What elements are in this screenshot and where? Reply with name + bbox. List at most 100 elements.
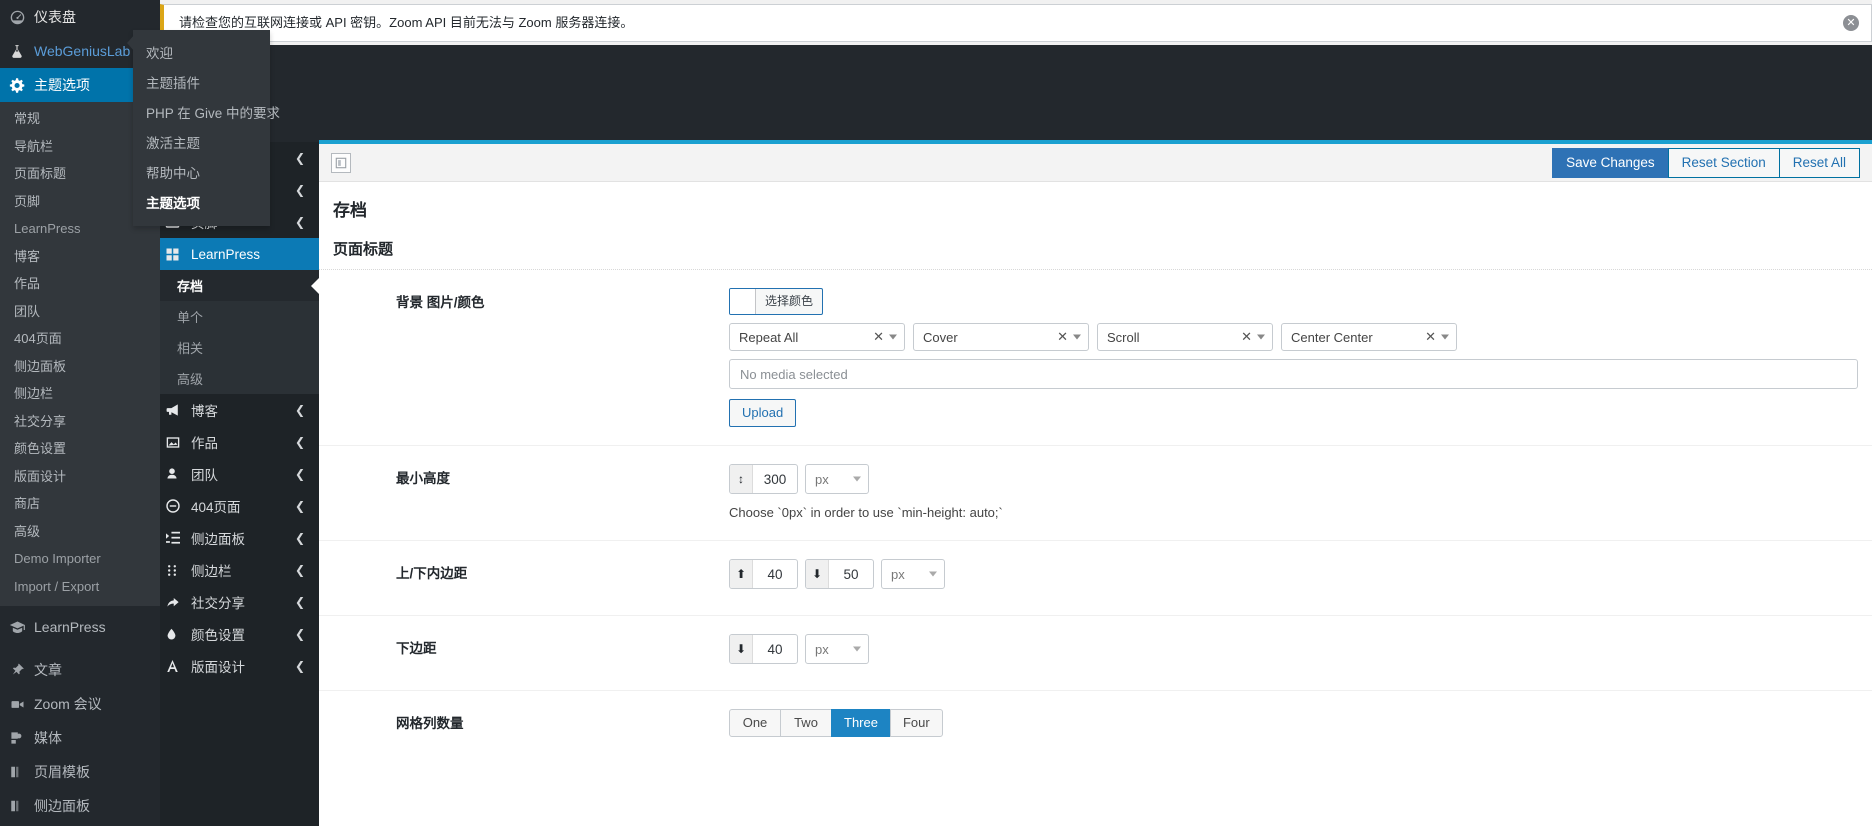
sidebar-sub-advanced[interactable]: 高级 (0, 518, 160, 546)
media-icon (9, 730, 34, 746)
option-nav-social-share[interactable]: 社交分享 ❮ (151, 586, 319, 618)
background-attachment-select[interactable]: Scroll ✕ (1097, 323, 1273, 351)
option-nav-label: 团队 (191, 468, 218, 483)
option-nav-portfolio[interactable]: 作品 ❮ (151, 426, 319, 458)
field-label: 下边距 (396, 641, 437, 657)
field-control: ↕ 300 px Choose `0px` in order to use `m… (729, 464, 1872, 522)
height-arrows-icon: ↕ (730, 465, 753, 493)
chevron-down-icon (853, 646, 861, 652)
flyout-item-activate-theme[interactable]: 激活主题 (133, 127, 270, 157)
chevron-down-icon (1257, 334, 1265, 340)
sidebar-divider (0, 644, 160, 653)
learnpress-sub-single[interactable]: 单个 (151, 301, 319, 332)
min-height-hint: Choose `0px` in order to use `min-height… (729, 505, 1003, 520)
sidebar-item-label: 媒体 (34, 730, 62, 746)
select-value: Scroll (1107, 329, 1140, 345)
grid-column-option-four[interactable]: Four (889, 709, 943, 738)
clear-icon[interactable]: ✕ (1425, 329, 1436, 345)
option-nav-blog[interactable]: 博客 ❮ (151, 394, 319, 426)
learnpress-sub-advanced[interactable]: 高级 (151, 363, 319, 394)
select-value: Repeat All (739, 329, 799, 345)
sidebar-sub-sidebar[interactable]: 侧边栏 (0, 380, 160, 408)
sidebar-sub-social-share[interactable]: 社交分享 (0, 408, 160, 436)
sidebar-item-label: 仪表盘 (34, 9, 76, 25)
option-nav-learnpress[interactable]: LearnPress (151, 238, 319, 270)
learnpress-sub-archive[interactable]: 存档 (151, 270, 319, 301)
padding-bottom-input[interactable]: ⬇ 50 (805, 559, 874, 590)
sidebar-sub-blog[interactable]: 博客 (0, 243, 160, 271)
chevron-down-icon: ❮ (294, 403, 305, 417)
option-nav-team[interactable]: 团队 ❮ (151, 458, 319, 490)
reset-section-button[interactable]: Reset Section (1667, 147, 1780, 178)
chevron-down-icon: ❮ (294, 659, 305, 673)
field-background: 背景 图片/颜色 选择颜色 Repeat All ✕ Cover ✕ Scrol… (319, 270, 1872, 446)
flyout-item-help-center[interactable]: 帮助中心 (133, 157, 270, 187)
flyout-notch-icon (127, 34, 135, 52)
chevron-down-icon (1073, 334, 1081, 340)
background-size-select[interactable]: Cover ✕ (913, 323, 1089, 351)
margin-bottom-input[interactable]: ⬇ 40 (729, 634, 798, 665)
min-height-value: 300 (763, 471, 787, 487)
grid-column-option-one[interactable]: One (729, 709, 781, 738)
sidebar-sub-portfolio[interactable]: 作品 (0, 270, 160, 298)
sidebar-sub-404[interactable]: 404页面 (0, 325, 160, 353)
sidebar-sub-layout[interactable]: 版面设计 (0, 463, 160, 491)
list-indent-icon (165, 531, 191, 545)
field-grid-columns: 网格列数量 One Two Three Four (319, 691, 1872, 755)
clear-icon[interactable]: ✕ (1241, 329, 1252, 345)
reset-all-button[interactable]: Reset All (1778, 147, 1860, 178)
sidebar-item-label: LearnPress (34, 619, 106, 635)
media-input[interactable]: No media selected (729, 359, 1858, 389)
background-repeat-select[interactable]: Repeat All ✕ (729, 323, 905, 351)
minus-circle-icon (165, 498, 191, 514)
sidebar-item-learnpress[interactable]: LearnPress (0, 610, 160, 644)
sidebar-item-posts[interactable]: 文章 (0, 653, 160, 687)
color-picker-button[interactable]: 选择颜色 (729, 288, 824, 315)
sidebar-sub-team[interactable]: 团队 (0, 298, 160, 326)
panel-toggle-icon[interactable] (331, 152, 351, 173)
padding-top-input[interactable]: ⬆ 40 (729, 559, 798, 590)
flyout-item-php-requirements[interactable]: PHP 在 Give 中的要求 (133, 97, 280, 127)
megaphone-icon (165, 402, 191, 418)
option-nav-404[interactable]: 404页面 ❮ (151, 490, 319, 522)
sidebar-sub-color-settings[interactable]: 颜色设置 (0, 435, 160, 463)
sidebar-item-header-template[interactable]: 页眉模板 (0, 755, 160, 789)
clear-icon[interactable]: ✕ (873, 329, 884, 345)
sidebar-sub-demo-importer[interactable]: Demo Importer (0, 545, 160, 573)
upload-button[interactable]: Upload (729, 399, 797, 427)
grid-column-option-three[interactable]: Three (831, 709, 891, 738)
sidebar-item-zoom-meetings[interactable]: Zoom 会议 (0, 687, 160, 721)
min-height-unit-select[interactable]: px (805, 464, 869, 494)
option-nav-side-panel[interactable]: 侧边面板 ❮ (151, 522, 319, 554)
min-height-input[interactable]: ↕ 300 (729, 464, 798, 494)
droplet-icon (165, 626, 191, 642)
option-nav-label: 侧边面板 (191, 532, 245, 547)
min-height-row: ↕ 300 px (729, 464, 1858, 494)
graduation-cap-icon (9, 619, 34, 636)
sidebar-item-side-panel[interactable]: 侧边面板 (0, 789, 160, 823)
padding-unit-select[interactable]: px (881, 559, 945, 590)
sidebar-item-dashboard[interactable]: 仪表盘 (0, 0, 160, 34)
unit-value: px (891, 566, 905, 582)
field-control: ⬆ 40 ⬇ 50 px (729, 559, 1872, 597)
sidebar-item-media[interactable]: 媒体 (0, 721, 160, 755)
background-position-select[interactable]: Center Center ✕ (1281, 323, 1457, 351)
option-nav-layout[interactable]: 版面设计 ❮ (151, 650, 319, 682)
flyout-item-theme-plugins[interactable]: 主题插件 (133, 67, 270, 97)
chevron-down-icon: ❮ (294, 183, 305, 197)
chevron-down-icon: ❮ (294, 499, 305, 513)
grid-column-option-two[interactable]: Two (780, 709, 832, 738)
color-picker-label: 选择颜色 (765, 294, 814, 308)
sidebar-sub-shop[interactable]: 商店 (0, 490, 160, 518)
margin-bottom-unit-select[interactable]: px (805, 634, 869, 665)
save-changes-button[interactable]: Save Changes (1552, 147, 1669, 178)
learnpress-sub-related[interactable]: 相关 (151, 332, 319, 363)
flyout-item-welcome[interactable]: 欢迎 (133, 37, 270, 67)
sidebar-sub-import-export[interactable]: Import / Export (0, 573, 160, 601)
sidebar-sub-side-panel[interactable]: 侧边面板 (0, 353, 160, 381)
option-nav-sidebar[interactable]: 侧边栏 ❮ (151, 554, 319, 586)
option-nav-color-settings[interactable]: 颜色设置 ❮ (151, 618, 319, 650)
clear-icon[interactable]: ✕ (1057, 329, 1068, 345)
close-icon[interactable]: ✕ (1843, 15, 1859, 31)
flyout-item-theme-options[interactable]: 主题选项 (133, 187, 270, 217)
